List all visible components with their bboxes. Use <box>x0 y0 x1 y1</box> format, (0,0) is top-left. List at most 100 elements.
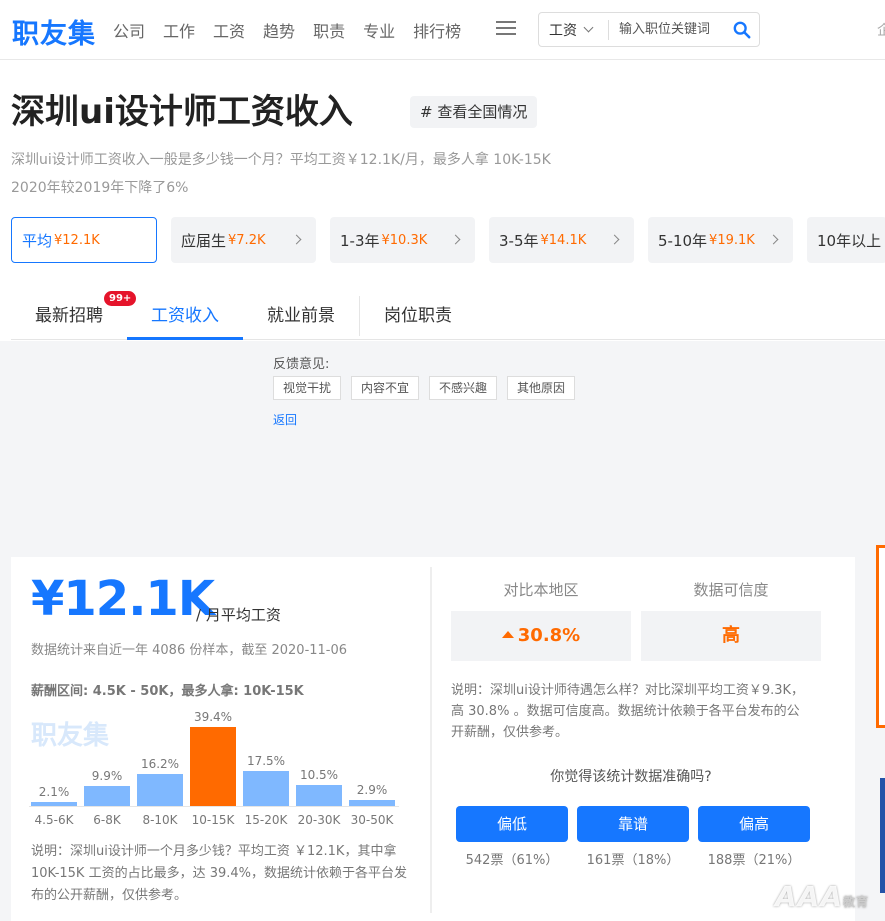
page-description: 深圳ui设计师工资收入一般是多少钱一个月？平均工资￥12.1K/月，最多人拿 1… <box>11 146 711 202</box>
exp-chip-label: 1-3年 <box>340 231 380 250</box>
chart-category-label: 6-8K <box>93 813 121 827</box>
feedback-not-interested[interactable]: 不感兴趣 <box>429 376 498 400</box>
exp-chip-salary: ¥10.3K <box>381 232 428 248</box>
chevron-right-icon <box>450 234 461 245</box>
exp-chip-label: 应届生 <box>181 231 227 250</box>
description-line-2: 2020年较2019年下降了6% <box>11 180 189 196</box>
tab-label: 工资收入 <box>151 306 219 326</box>
compare-description: 说明：深圳ui设计师待遇怎么样？对比深圳平均工资￥9.3K，高 30.8% 。数… <box>451 683 805 740</box>
chart-category-label: 15-20K <box>244 813 288 827</box>
tab-label: 就业前景 <box>267 306 335 326</box>
chart-bar-value-label: 17.5% <box>246 754 286 768</box>
exp-chip-label: 5-10年 <box>658 231 708 250</box>
chart-bar-value-label: 2.1% <box>38 784 70 799</box>
chart-baseline <box>29 806 399 807</box>
tab-salary[interactable]: 工资收入 <box>127 292 243 340</box>
corner-watermark-sub: 教育 <box>843 895 870 909</box>
exp-chip-5-10-years[interactable]: 5-10年 ¥19.1K <box>648 217 793 263</box>
view-national-button[interactable]: # 查看全国情况 <box>410 96 538 128</box>
nav-item-company[interactable]: 公司 <box>113 18 145 42</box>
nav-item-majors[interactable]: 专业 <box>363 18 395 42</box>
exp-chip-salary: ¥14.1K <box>540 232 587 248</box>
nav-item-trends[interactable]: 趋势 <box>263 18 295 42</box>
chevron-down-icon <box>583 22 594 33</box>
compare-local-box: 30.8% <box>451 611 631 661</box>
nav-item-rankings[interactable]: 排行榜 <box>413 18 461 42</box>
exp-chip-10-plus-years[interactable]: 10年以上 <box>807 217 885 263</box>
nav-item-duties[interactable]: 职责 <box>313 18 345 42</box>
exp-chip-salary: ¥19.1K <box>709 232 755 248</box>
side-ad-blue[interactable] <box>880 778 885 893</box>
exp-chip-graduate[interactable]: 应届生 ¥7.2K <box>171 217 316 263</box>
chart-description: 说明：深圳ui设计师一个月多少钱？平均工资 ￥12.1K，其中拿 10K-15K… <box>31 844 408 903</box>
top-navbar: 职友集 公司 工作 工资 趋势 职责 专业 排行榜 工资 企 <box>0 0 885 60</box>
search-box: 工资 <box>538 12 760 47</box>
side-ad-orange[interactable] <box>876 545 885 728</box>
salary-summary-card: ¥12.1K / 月平均工资 数据统计来自近一年 4086 份样本，截至 202… <box>11 557 855 921</box>
card-divider <box>430 567 432 913</box>
feedback-other[interactable]: 其他原因 <box>507 376 576 400</box>
compare-local-value: 30.8% <box>517 625 581 646</box>
search-input[interactable] <box>619 22 729 37</box>
feedback-inappropriate[interactable]: 内容不宜 <box>351 376 420 400</box>
average-salary-value: ¥12.1K <box>31 571 215 627</box>
chart-bar-value-label: 16.2% <box>140 756 180 771</box>
tab-prospects[interactable]: 就业前景 <box>243 292 359 340</box>
credibility-value: 高 <box>722 625 740 646</box>
vote-high-button[interactable]: 偏高 <box>698 806 810 842</box>
login-link-partial[interactable]: 企 <box>877 20 885 40</box>
exp-chip-salary: ¥12.1K <box>54 232 100 248</box>
compare-local-label: 对比本地区 <box>503 581 579 599</box>
search-category-label: 工资 <box>549 22 577 39</box>
corner-watermark-text: AAA <box>775 880 844 913</box>
chart-bar <box>243 771 289 806</box>
menu-list-icon[interactable] <box>496 21 516 37</box>
chart-bar-value-label: 10.5% <box>299 768 339 782</box>
search-icon[interactable] <box>733 21 751 39</box>
chart-bar <box>296 785 342 806</box>
sample-note: 数据统计来自近一年 4086 份样本，截至 2020-11-06 <box>31 643 348 658</box>
vote-low-button[interactable]: 偏低 <box>456 806 568 842</box>
exp-chip-1-3-years[interactable]: 1-3年 ¥10.3K <box>330 217 475 263</box>
vote-low-count: 542票（61%） <box>465 853 559 868</box>
chart-category-label: 30-50K <box>350 813 394 827</box>
credibility-box: 高 <box>641 611 821 661</box>
ad-feedback-panel: 反馈意见: 视觉干扰 内容不宜 不感兴趣 其他原因 返回 <box>11 351 855 541</box>
chevron-right-icon <box>768 234 779 245</box>
salary-range-note: 薪酬区间: 4.5K - 50K，最多人拿: 10K-15K <box>31 684 304 699</box>
chart-bar-value-label: 39.4% <box>193 710 233 725</box>
corner-watermark: AAA教育 <box>775 880 869 913</box>
nav-item-salary[interactable]: 工资 <box>213 18 245 42</box>
chart-bar <box>349 800 395 806</box>
chart-bar <box>190 727 236 806</box>
feedback-back-link[interactable]: 返回 <box>273 411 297 428</box>
experience-filter: 平均 ¥12.1K 应届生 ¥7.2K 1-3年 ¥10.3K 3-5年 ¥14… <box>11 217 885 263</box>
vote-question: 你觉得该统计数据准确吗? <box>550 769 712 785</box>
exp-chip-label: 3-5年 <box>499 231 539 250</box>
tab-latest-jobs[interactable]: 最新招聘 99+ <box>11 290 138 340</box>
chart-category-label: 10-15K <box>191 813 235 827</box>
chart-bar-value-label: 2.9% <box>356 783 388 798</box>
exp-chip-label: 平均 <box>22 231 53 250</box>
exp-chip-3-5-years[interactable]: 3-5年 ¥14.1K <box>489 217 634 263</box>
vote-reliable-count: 161票（18%） <box>586 853 680 868</box>
chart-bar <box>31 801 77 806</box>
credibility-label: 数据可信度 <box>693 581 769 599</box>
site-logo[interactable]: 职友集 <box>12 12 96 51</box>
feedback-visual-interference[interactable]: 视觉干扰 <box>273 376 342 400</box>
tab-duties[interactable]: 岗位职责 <box>360 292 476 340</box>
nav-item-jobs[interactable]: 工作 <box>163 18 195 42</box>
chevron-right-icon <box>291 234 302 245</box>
chart-bar <box>137 773 183 806</box>
search-category-select[interactable]: 工资 <box>539 19 609 40</box>
description-line-1: 深圳ui设计师工资收入一般是多少钱一个月？平均工资￥12.1K/月，最多人拿 1… <box>11 152 551 168</box>
chart-category-label: 4.5-6K <box>34 813 74 827</box>
chart-category-label: 20-30K <box>297 813 341 827</box>
exp-chip-average[interactable]: 平均 ¥12.1K <box>11 217 157 263</box>
exp-chip-label: 10年以上 <box>817 231 882 250</box>
vote-reliable-button[interactable]: 靠谱 <box>577 806 689 842</box>
feedback-options: 视觉干扰 内容不宜 不感兴趣 其他原因 <box>273 376 585 400</box>
exp-chip-salary: ¥7.2K <box>228 232 266 248</box>
page-title: 深圳ui设计师工资收入 <box>11 92 353 132</box>
chart-bar <box>84 786 130 806</box>
